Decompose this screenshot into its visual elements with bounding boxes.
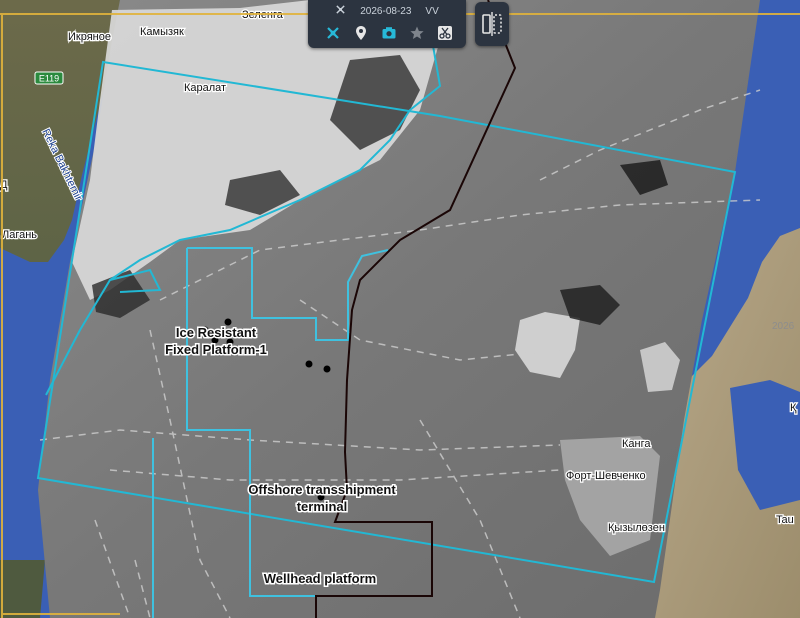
- platform-marker[interactable]: [323, 365, 331, 373]
- map-view[interactable]: Ice Resistant Fixed Platform-1 Offshore …: [0, 0, 800, 618]
- ice-platform-label-2: Fixed Platform-1: [165, 342, 267, 357]
- place-karalat: Каралат: [184, 82, 226, 94]
- satellite-small-icon: [335, 4, 346, 18]
- acquisition-date: 2026-08-23: [360, 5, 412, 17]
- place-kyzylozen: Қызылөзен: [608, 522, 665, 534]
- camera-icon[interactable]: [380, 24, 398, 42]
- transship-label-1: Offshore transshipment: [248, 482, 396, 497]
- place-lagan: Лагань: [2, 229, 37, 241]
- transship-label-2: terminal: [297, 499, 348, 514]
- place-tau: Tau: [776, 514, 794, 526]
- platform-marker[interactable]: [305, 360, 313, 368]
- polarization: VV: [425, 5, 439, 17]
- satellite-icon[interactable]: [324, 24, 342, 42]
- svg-text:E119: E119: [39, 74, 59, 84]
- place-ikryanoe: Икряное: [68, 31, 111, 43]
- place-kanga: Канга: [622, 438, 651, 450]
- split-view-button[interactable]: [475, 2, 509, 46]
- location-pin-icon[interactable]: [352, 24, 370, 42]
- place-kamyzyak: Камызяк: [140, 26, 184, 38]
- split-view-icon: [482, 12, 502, 36]
- place-fort: Форт-Шевченко: [566, 470, 646, 482]
- star-icon[interactable]: [408, 24, 426, 42]
- faint-year-label: 2026: [772, 321, 795, 332]
- place-k-edge: Қ: [790, 402, 797, 414]
- wellhead-label: Wellhead platform: [264, 571, 376, 586]
- image-toolbar: 2026-08-23 VV: [308, 0, 466, 48]
- west-land-lower: [0, 560, 45, 618]
- road-shield: E119: [34, 71, 64, 85]
- scissors-icon[interactable]: [436, 24, 454, 42]
- ice-platform-label-1: Ice Resistant: [176, 325, 257, 340]
